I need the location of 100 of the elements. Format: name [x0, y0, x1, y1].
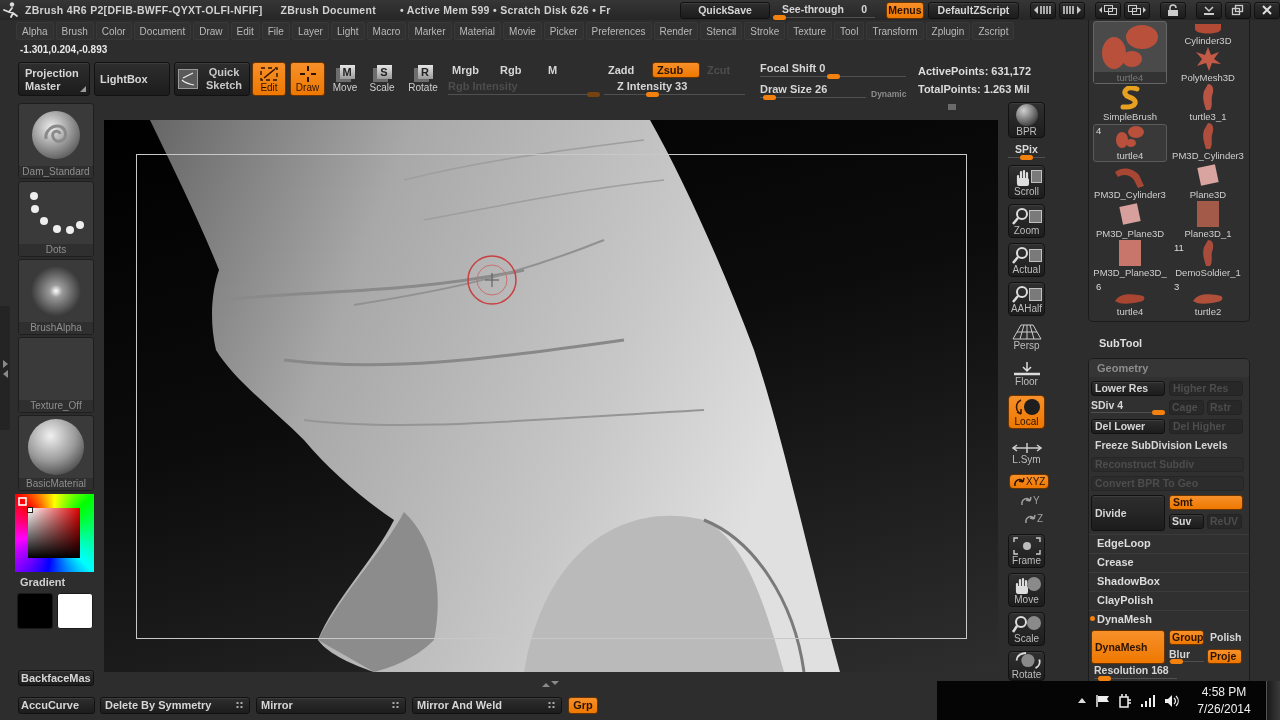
menu-item[interactable]: Transform — [866, 22, 924, 40]
shelf-button[interactable]: BPR — [1008, 102, 1045, 138]
geometry-button[interactable]: Del Lower — [1091, 419, 1165, 434]
rgb-intensity-slider[interactable] — [448, 92, 600, 97]
color-picker[interactable] — [15, 494, 94, 572]
zscript-button[interactable]: DefaultZScript — [928, 1, 1019, 19]
up-arrow-icon[interactable] — [1078, 698, 1086, 703]
menu-item[interactable]: Marker — [408, 22, 452, 40]
mirror-tool-button[interactable]: Mirror — [256, 696, 406, 714]
menu-item[interactable]: Zplugin — [925, 22, 971, 40]
thumbnail-tile[interactable]: turtle4 4 — [1093, 124, 1167, 162]
mirror-tool-button[interactable]: Delete By Symmetry — [100, 696, 250, 714]
section-header[interactable]: DynaMesh — [1089, 610, 1249, 626]
shelf-button[interactable]: Scroll — [1008, 165, 1045, 199]
shelf-button[interactable]: Zoom — [1008, 204, 1045, 238]
shelf-button[interactable]: Frame — [1008, 534, 1045, 568]
menu-item[interactable]: Color — [95, 22, 132, 40]
menu-item[interactable]: Preferences — [585, 22, 652, 40]
menu-item[interactable]: Zscript — [972, 22, 1015, 40]
menu-item[interactable]: Picker — [543, 22, 584, 40]
shelf-button[interactable]: Actual — [1008, 243, 1045, 277]
speaker-icon[interactable] — [1165, 694, 1179, 707]
minimize-button[interactable] — [1196, 1, 1222, 19]
menu-item[interactable]: File — [261, 22, 290, 40]
shelf-button[interactable]: AAHalf — [1008, 282, 1045, 316]
brush-picker[interactable]: Dam_Standard — [18, 103, 94, 179]
color-mode-toggle[interactable]: Mrgb — [448, 62, 496, 78]
thumbnail-tile[interactable]: turtle4 6 — [1093, 280, 1167, 318]
accucurve-button[interactable]: AccuCurve — [18, 696, 95, 714]
slider-thumb[interactable] — [1097, 676, 1111, 681]
palette-header[interactable]: Geometry — [1089, 359, 1249, 377]
menu-item[interactable]: Render — [653, 22, 699, 40]
window-right-button[interactable] — [1124, 1, 1150, 19]
subdivision-slider[interactable] — [1091, 410, 1165, 415]
menu-item[interactable]: Draw — [193, 22, 229, 40]
sculpt-mode-toggle[interactable]: Zadd — [604, 62, 650, 78]
color-mode-toggle[interactable]: M — [544, 62, 592, 78]
geometry-button[interactable]: Suv — [1169, 514, 1204, 529]
slider-thumb[interactable] — [1170, 659, 1184, 664]
flag-icon[interactable] — [1096, 694, 1109, 707]
thumbnail-tile[interactable]: PM3D_Cylinder3 — [1171, 124, 1245, 162]
signal-icon[interactable] — [1141, 694, 1155, 707]
thumbnail-tile[interactable]: turtle2 3 — [1171, 280, 1245, 318]
menu-item[interactable]: Stroke — [744, 22, 786, 40]
menu-item[interactable]: Texture — [787, 22, 833, 40]
menu-item[interactable]: Light — [330, 22, 365, 40]
see-through-slider[interactable] — [773, 15, 875, 20]
menu-item[interactable]: Brush — [55, 22, 94, 40]
geometry-button[interactable]: Polish — [1207, 630, 1242, 645]
lightbox-button[interactable]: LightBox — [94, 62, 170, 96]
shelf-button[interactable]: Scale — [1008, 612, 1045, 646]
color-mode-toggle[interactable]: Rgb — [496, 62, 544, 78]
quicksave-button[interactable]: QuickSave — [680, 1, 770, 19]
menu-item[interactable]: Stencil — [700, 22, 743, 40]
slider-thumb[interactable] — [773, 15, 786, 20]
mirror-tool-button[interactable]: Mirror And Weld — [412, 696, 562, 714]
close-button[interactable] — [1254, 1, 1280, 19]
texture-picker[interactable]: Texture_Off — [18, 337, 94, 413]
slider-thumb[interactable] — [762, 95, 776, 100]
palette-header[interactable]: SubTool — [1088, 328, 1250, 358]
shelf-button[interactable]: XYZ — [1009, 474, 1050, 489]
dynamesh-button[interactable]: DynaMesh — [1091, 630, 1165, 664]
shelf-button[interactable]: Z — [1020, 511, 1048, 526]
slider-thumb[interactable] — [826, 74, 840, 79]
geometry-button[interactable]: Lower Res — [1091, 381, 1165, 396]
shelf-button[interactable]: Y — [1016, 493, 1044, 508]
material-picker[interactable]: BasicMaterial — [18, 415, 94, 491]
gradient-button[interactable]: Gradient — [18, 575, 66, 589]
projection-master-button[interactable]: Projection Master — [18, 62, 90, 96]
tool-mode-button[interactable]: Edit — [252, 62, 286, 96]
menu-scroll-right-button[interactable] — [1059, 1, 1085, 19]
quick-sketch-button[interactable]: Quick Sketch — [174, 62, 250, 96]
backface-mask-button[interactable]: BackfaceMas — [18, 670, 94, 686]
section-header[interactable]: Crease — [1089, 553, 1249, 569]
draw-size-slider[interactable] — [760, 95, 866, 100]
geometry-button[interactable]: Group — [1169, 630, 1204, 645]
collapse-toggle-icon[interactable] — [540, 680, 560, 688]
thumbnail-tile[interactable]: DemoSoldier_1 11 — [1171, 241, 1245, 279]
tool-mode-button[interactable]: S Scale — [366, 62, 398, 96]
section-header[interactable]: ShadowBox — [1089, 572, 1249, 588]
menu-item[interactable]: Alpha — [16, 22, 54, 40]
menu-item[interactable]: Macro — [366, 22, 407, 40]
thumbnail-tile[interactable]: PM3D_Plane3D_ — [1093, 241, 1167, 279]
menus-button[interactable]: Menus — [886, 1, 924, 19]
scroll-handle[interactable] — [948, 104, 956, 110]
thumbnail-tile[interactable]: turtle3_1 — [1171, 85, 1245, 123]
tool-mode-button[interactable]: Draw — [290, 62, 325, 96]
menu-item[interactable]: Movie — [503, 22, 542, 40]
shelf-button[interactable]: Local — [1008, 395, 1045, 429]
menu-item[interactable]: Tool — [834, 22, 865, 40]
slider-thumb[interactable] — [646, 92, 660, 97]
collapse-handle-icon[interactable] — [0, 306, 10, 430]
plug-icon[interactable] — [1119, 693, 1131, 708]
tool-mode-button[interactable]: R Rotate — [404, 62, 442, 96]
thumbnail-tile[interactable]: PolyMesh3D — [1171, 48, 1245, 84]
menu-item[interactable]: Document — [133, 22, 192, 40]
color-swatch[interactable] — [57, 593, 93, 629]
menu-item[interactable]: Edit — [230, 22, 260, 40]
window-left-button[interactable] — [1095, 1, 1121, 19]
color-swatch[interactable] — [17, 593, 53, 629]
